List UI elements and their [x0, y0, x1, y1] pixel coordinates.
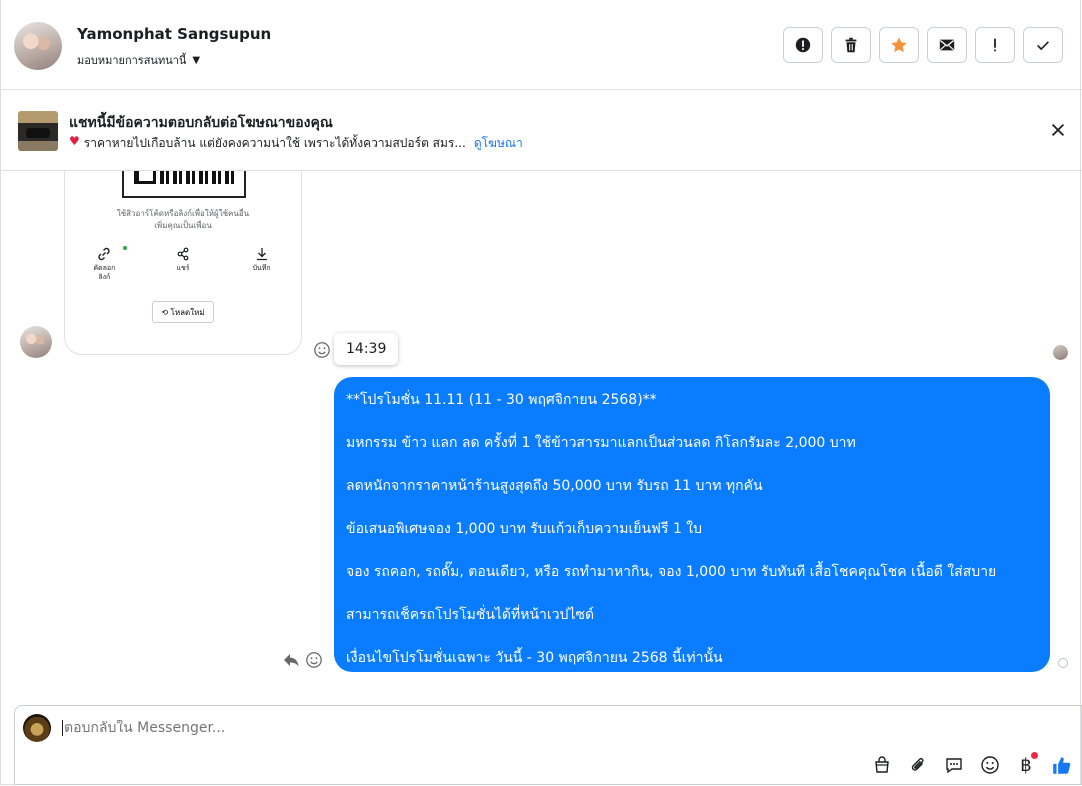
bag-icon [875, 756, 889, 773]
contact-avatar[interactable] [14, 22, 62, 70]
ad-thumbnail[interactable] [18, 111, 58, 151]
reply-icon[interactable] [281, 650, 301, 670]
message-line: มหกรรม ข้าว แลก ลด ครั้งที่ 1 ใช้ข้าวสาร… [346, 435, 856, 451]
page-avatar [23, 714, 51, 742]
trash-icon [845, 37, 857, 53]
download-icon [256, 248, 267, 261]
report-spam-button[interactable] [783, 27, 823, 63]
mark-unread-button[interactable] [927, 27, 967, 63]
contact-name[interactable]: Yamonphat Sangsupun [77, 25, 271, 43]
header-actions [783, 27, 1063, 63]
message-line: เงื่อนไขโปรโมชั่นเฉพาะ วันนี้ - 30 พฤศจิ… [346, 650, 723, 666]
emoji-button[interactable] [978, 753, 1002, 777]
message-line: **โปรโมชั่น 11.11 (11 - 30 พฤศจิกายน 256… [346, 392, 657, 408]
copy-link-action: คัดลอก ลิงก์ [79, 246, 129, 282]
qr-corner [136, 171, 156, 184]
heart-icon: ♥ [69, 134, 80, 148]
delete-button[interactable] [831, 27, 871, 63]
copy-label-2: ลิงก์ [98, 273, 111, 281]
sender-avatar[interactable] [20, 326, 52, 358]
caret-down-icon: ▼ [192, 54, 201, 66]
qr-code [122, 171, 246, 198]
banner-title: แชทนี้มีข้อความตอบกลับต่อโฆษณาของคุณ [69, 115, 333, 131]
message-line: ลดหนักจากราคาหน้าร้านสูงสุดถึง 50,000 บา… [346, 478, 763, 494]
qr-hint-line2: เพิ่มคุณเป็นเพื่อน [154, 221, 212, 230]
ad-text: ราคาหายไปเกือบล้าน แต่ยังคงความน่าใช้ เพ… [83, 136, 466, 150]
save-action: บันทึก [237, 246, 287, 282]
close-icon[interactable] [1049, 121, 1067, 139]
card-actions: คัดลอก ลิงก์ แชร์ บันทึก [65, 246, 301, 282]
banner-subtitle: ♥ ราคาหายไปเกือบล้าน แต่ยังคงความน่าใช้ … [69, 134, 523, 153]
share-action: แชร์ [158, 246, 208, 282]
share-label: แชร์ [176, 264, 190, 272]
follow-up-button[interactable] [975, 27, 1015, 63]
saved-reply-icon [946, 758, 962, 774]
shop-button[interactable] [870, 753, 894, 777]
star-icon [891, 37, 907, 53]
link-icon [98, 247, 110, 261]
mail-icon [939, 39, 955, 51]
reply-input[interactable] [62, 720, 764, 736]
saved-replies-button[interactable] [942, 753, 966, 777]
image-attachment[interactable]: ใช้สิวอาร์โค้ดหรือลิงก์เพื่อให้ผู้ใช้คนอ… [64, 171, 302, 355]
composer-tools: ฿ [870, 752, 1074, 777]
mark-done-button[interactable] [1023, 27, 1063, 63]
like-button[interactable] [1050, 753, 1074, 777]
star-button[interactable] [879, 27, 919, 63]
assign-label: มอบหมายการสนทนานี้ [77, 54, 187, 67]
qr-hint: ใช้สิวอาร์โค้ดหรือลิงก์เพื่อให้ผู้ใช้คนอ… [65, 208, 301, 232]
timestamp-tooltip: 14:39 [334, 333, 399, 365]
conversation-area: ใช้สิวอาร์โค้ดหรือลิงก์เพื่อให้ผู้ใช้คนอ… [0, 171, 1082, 705]
check-icon [1037, 41, 1049, 51]
seen-avatar [1053, 345, 1068, 360]
baht-icon: ฿ [1020, 754, 1032, 776]
report-icon [795, 37, 811, 53]
assign-conversation-dropdown[interactable]: มอบหมายการสนทนานี้ ▼ [77, 51, 200, 69]
react-emoji-icon[interactable] [313, 341, 331, 359]
view-ad-link[interactable]: ดูโฆษณา [474, 134, 523, 153]
sent-status-icon [1058, 658, 1068, 668]
exclamation-icon [994, 38, 996, 52]
message-line: สามารถเช็ครถโปรโมชั่นได้ที่หน้าเวปไซด์ [346, 607, 595, 623]
share-icon [177, 247, 189, 261]
emoji-icon [981, 756, 999, 774]
attach-button[interactable] [906, 753, 930, 777]
save-label: บันทึก [252, 264, 271, 272]
qr-hint-line1: ใช้สิวอาร์โค้ดหรือลิงก์เพื่อให้ผู้ใช้คนอ… [116, 209, 250, 218]
payment-button[interactable]: ฿ [1014, 752, 1038, 777]
copy-label-1: คัดลอก [93, 264, 116, 272]
notification-dot [1031, 752, 1038, 759]
outgoing-message-bubble[interactable]: **โปรโมชั่น 11.11 (11 - 30 พฤศจิกายน 256… [334, 377, 1050, 672]
paperclip-icon [911, 758, 924, 771]
message-line: ข้อเสนอพิเศษจอง 1,000 บาท รับแก้วเก็บควา… [346, 521, 703, 537]
reload-button: ⟲ โหลดใหม่ [152, 301, 214, 323]
online-dot [123, 246, 127, 250]
like-icon [1053, 757, 1071, 774]
message-line: จอง รถคอก, รถดั๊ม, ตอนเดียว, หรือ รถทำมา… [346, 564, 997, 580]
react-emoji-icon[interactable] [305, 651, 323, 669]
